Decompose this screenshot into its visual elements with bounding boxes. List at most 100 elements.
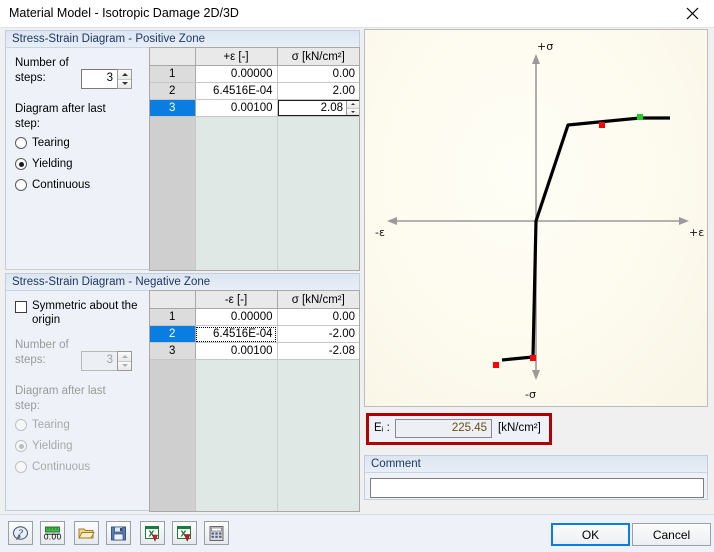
negative-diagram-label-line2: step:: [15, 400, 40, 412]
triangle-down-icon: [351, 110, 355, 113]
positive-row-1-stress[interactable]: 0.00: [277, 65, 359, 83]
sigma-axis-arrow-down: [532, 370, 540, 380]
positive-steps-spinner[interactable]: 3: [81, 69, 132, 89]
radio-icon: [15, 461, 27, 473]
excel-export-icon[interactable]: X: [172, 521, 197, 545]
negative-zone-table[interactable]: -ε [-] σ [kN/cm²] 1 0.00000 0.00 2 6.451…: [149, 290, 360, 512]
positive-option-tearing[interactable]: Tearing: [15, 137, 70, 149]
negative-steps-label-line2: steps:: [15, 354, 46, 366]
table-empty-row[interactable]: [150, 359, 359, 511]
e-modulus-unit: [kN/cm²]: [498, 422, 541, 434]
positive-steps-label-line1: Number of: [15, 57, 69, 69]
calculator-icon[interactable]: [204, 521, 229, 545]
positive-option-continuous[interactable]: Continuous: [15, 179, 90, 191]
negative-steps-label-line1: Number of: [15, 339, 69, 351]
radio-icon: [15, 440, 27, 452]
e-modulus-field[interactable]: 225.45: [395, 419, 492, 438]
end-point-positive-marker[interactable]: [637, 114, 643, 120]
yield-point-positive-marker[interactable]: [599, 122, 605, 128]
positive-option-yielding[interactable]: Yielding: [15, 158, 73, 170]
triangle-up-icon: [121, 72, 128, 76]
positive-diagram-label-line1: Diagram after last: [15, 103, 106, 115]
checkbox-icon: [15, 301, 27, 313]
empty-row-header: [150, 116, 196, 270]
positive-row-3-strain[interactable]: 0.00100: [195, 99, 278, 117]
positive-option-yielding-label: Yielding: [32, 158, 73, 170]
positive-row-2-stress[interactable]: 2.00: [277, 82, 359, 100]
axis-label-positive-epsilon: +ε: [689, 226, 704, 239]
positive-option-tearing-label: Tearing: [32, 137, 70, 149]
table-empty-row[interactable]: [150, 116, 359, 270]
save-icon[interactable]: [106, 521, 131, 545]
positive-steps-decrement[interactable]: [118, 79, 131, 88]
radio-icon: [15, 137, 27, 149]
epsilon-axis-arrow-right: [679, 217, 689, 225]
excel-import-icon[interactable]: X: [140, 521, 165, 545]
negative-col-strain: -ε [-]: [195, 291, 278, 309]
negative-row-1-index[interactable]: 1: [150, 308, 196, 326]
negative-option-yielding: Yielding: [15, 440, 73, 452]
positive-stress-decrement[interactable]: [347, 108, 359, 115]
empty-cell-strain[interactable]: [195, 116, 278, 270]
triangle-up-icon: [121, 354, 128, 358]
symmetric-about-origin-checkbox[interactable]: Symmetric about the origin: [15, 300, 143, 327]
close-icon[interactable]: [670, 0, 714, 27]
radio-icon: [15, 158, 27, 170]
negative-row-2-index[interactable]: 2: [150, 325, 196, 343]
positive-row-3-index[interactable]: 3: [150, 99, 196, 117]
positive-steps-label-line2: steps:: [15, 72, 46, 84]
page-title: Material Model - Isotropic Damage 2D/3D: [9, 6, 239, 20]
ok-button[interactable]: OK: [551, 523, 630, 546]
positive-stress-increment[interactable]: [347, 101, 359, 109]
positive-row-3-stress-cell[interactable]: 2.08: [277, 99, 359, 117]
negative-row-1-stress[interactable]: 0.00: [277, 308, 359, 326]
positive-steps-input[interactable]: 3: [81, 69, 117, 89]
negative-option-continuous: Continuous: [15, 461, 90, 473]
negative-row-2-stress[interactable]: -2.00: [277, 325, 359, 343]
positive-steps-spin-buttons[interactable]: [117, 69, 132, 89]
negative-row-3-stress[interactable]: -2.08: [277, 342, 359, 360]
positive-col-index: [150, 48, 196, 66]
positive-steps-increment[interactable]: [118, 70, 131, 80]
title-bar: Material Model - Isotropic Damage 2D/3D: [0, 0, 714, 28]
negative-row-3-strain[interactable]: 0.00100: [195, 342, 278, 360]
negative-col-index: [150, 291, 196, 309]
positive-row-2-index[interactable]: 2: [150, 82, 196, 100]
table-row[interactable]: 3 0.00100 -2.08: [150, 342, 359, 360]
positive-stress-spinner[interactable]: 2.08: [277, 100, 359, 116]
table-row-selected[interactable]: 2 6.4516E-04 -2.00: [150, 325, 359, 343]
negative-option-tearing-label: Tearing: [32, 419, 70, 431]
negative-row-3-index[interactable]: 3: [150, 342, 196, 360]
negative-steps-increment: [118, 352, 131, 362]
cancel-button[interactable]: Cancel: [632, 523, 711, 546]
positive-row-1-strain[interactable]: 0.00000: [195, 65, 278, 83]
help-icon[interactable]: ?: [8, 521, 33, 545]
empty-cell-strain[interactable]: [195, 359, 278, 511]
radio-icon: [15, 179, 27, 191]
open-folder-icon[interactable]: [74, 521, 99, 545]
positive-row-2-strain[interactable]: 6.4516E-04: [195, 82, 278, 100]
negative-col-stress: σ [kN/cm²]: [277, 291, 359, 309]
negative-row-2-strain[interactable]: 6.4516E-04: [195, 325, 278, 343]
yield-point-negative-marker[interactable]: [530, 355, 536, 361]
stress-strain-curve: [501, 116, 670, 362]
table-row[interactable]: 1 0.00000 0.00: [150, 65, 359, 83]
end-point-negative-marker[interactable]: [493, 362, 499, 368]
positive-zone-table[interactable]: +ε [-] σ [kN/cm²] 1 0.00000 0.00 2 6.451…: [149, 47, 360, 271]
table-row[interactable]: 1 0.00000 0.00: [150, 308, 359, 326]
positive-zone-header: Stress-Strain Diagram - Positive Zone: [6, 31, 359, 48]
positive-row-1-index[interactable]: 1: [150, 65, 196, 83]
units-icon[interactable]: 0.00: [40, 521, 65, 545]
positive-stress-spin-buttons[interactable]: [346, 101, 359, 115]
positive-row-3-stress[interactable]: 2.08: [279, 102, 347, 114]
negative-diagram-label-line1: Diagram after last: [15, 385, 106, 397]
empty-cell-stress[interactable]: [277, 359, 359, 511]
triangle-up-icon: [351, 103, 355, 106]
negative-option-yielding-label: Yielding: [32, 440, 73, 452]
empty-cell-stress[interactable]: [277, 116, 359, 270]
negative-row-1-strain[interactable]: 0.00000: [195, 308, 278, 326]
comment-input[interactable]: [370, 478, 704, 498]
table-row[interactable]: 2 6.4516E-04 2.00: [150, 82, 359, 100]
table-row-selected[interactable]: 3 0.00100 2.08: [150, 99, 359, 117]
stress-strain-diagram[interactable]: +σ -σ -ε +ε: [364, 29, 708, 407]
